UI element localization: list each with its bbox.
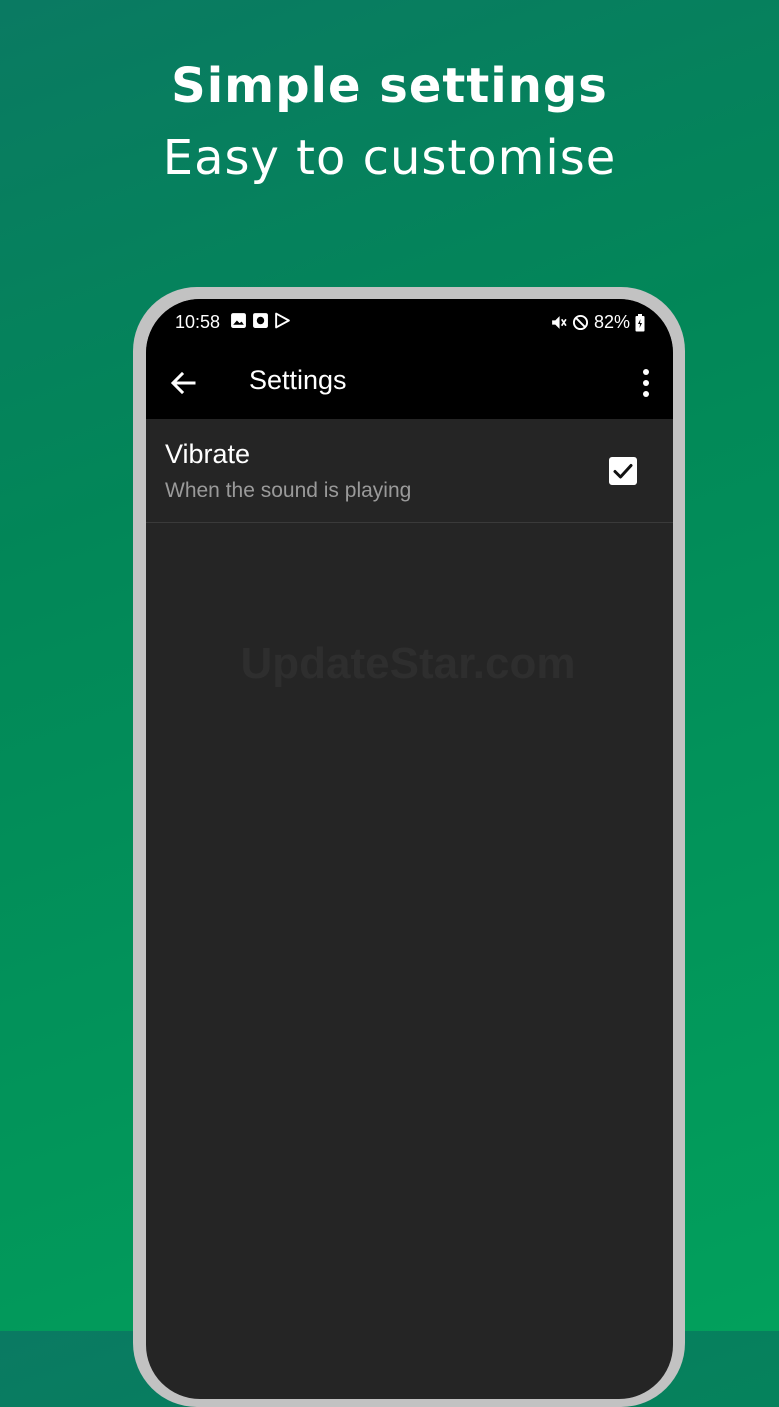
- app-bar: Settings: [146, 347, 673, 419]
- phone-screen: 10:58 82% Settings Vibrate When the soun…: [146, 299, 673, 1399]
- arrow-back-icon: [170, 371, 196, 395]
- status-time: 10:58: [175, 312, 221, 332]
- promo-subline: Easy to customise: [162, 130, 617, 186]
- promo-headline: Simple settings: [171, 58, 608, 114]
- status-system-icons: 82%: [550, 312, 645, 333]
- app-notification-icon: [253, 313, 268, 328]
- mute-vibrate-icon: [552, 316, 567, 329]
- battery-percent: 82%: [593, 312, 630, 332]
- overflow-menu-button[interactable]: [633, 363, 659, 403]
- more-vert-icon: [643, 369, 649, 397]
- setting-row-vibrate[interactable]: Vibrate When the sound is playing: [146, 419, 673, 523]
- checkmark-icon: [613, 464, 633, 479]
- back-button[interactable]: [164, 363, 204, 403]
- battery-charging-icon: [635, 313, 645, 331]
- gallery-icon: [231, 313, 246, 328]
- play-store-icon: [275, 312, 290, 329]
- watermark: UpdateStar.com: [240, 639, 576, 688]
- setting-summary: When the sound is playing: [165, 479, 412, 502]
- page-title: Settings: [249, 365, 347, 395]
- vibrate-checkbox[interactable]: [609, 457, 637, 485]
- status-notification-icons: [230, 312, 291, 329]
- setting-title: Vibrate: [165, 439, 251, 469]
- do-not-disturb-icon: [572, 314, 589, 331]
- status-bar: 10:58 82%: [146, 299, 673, 347]
